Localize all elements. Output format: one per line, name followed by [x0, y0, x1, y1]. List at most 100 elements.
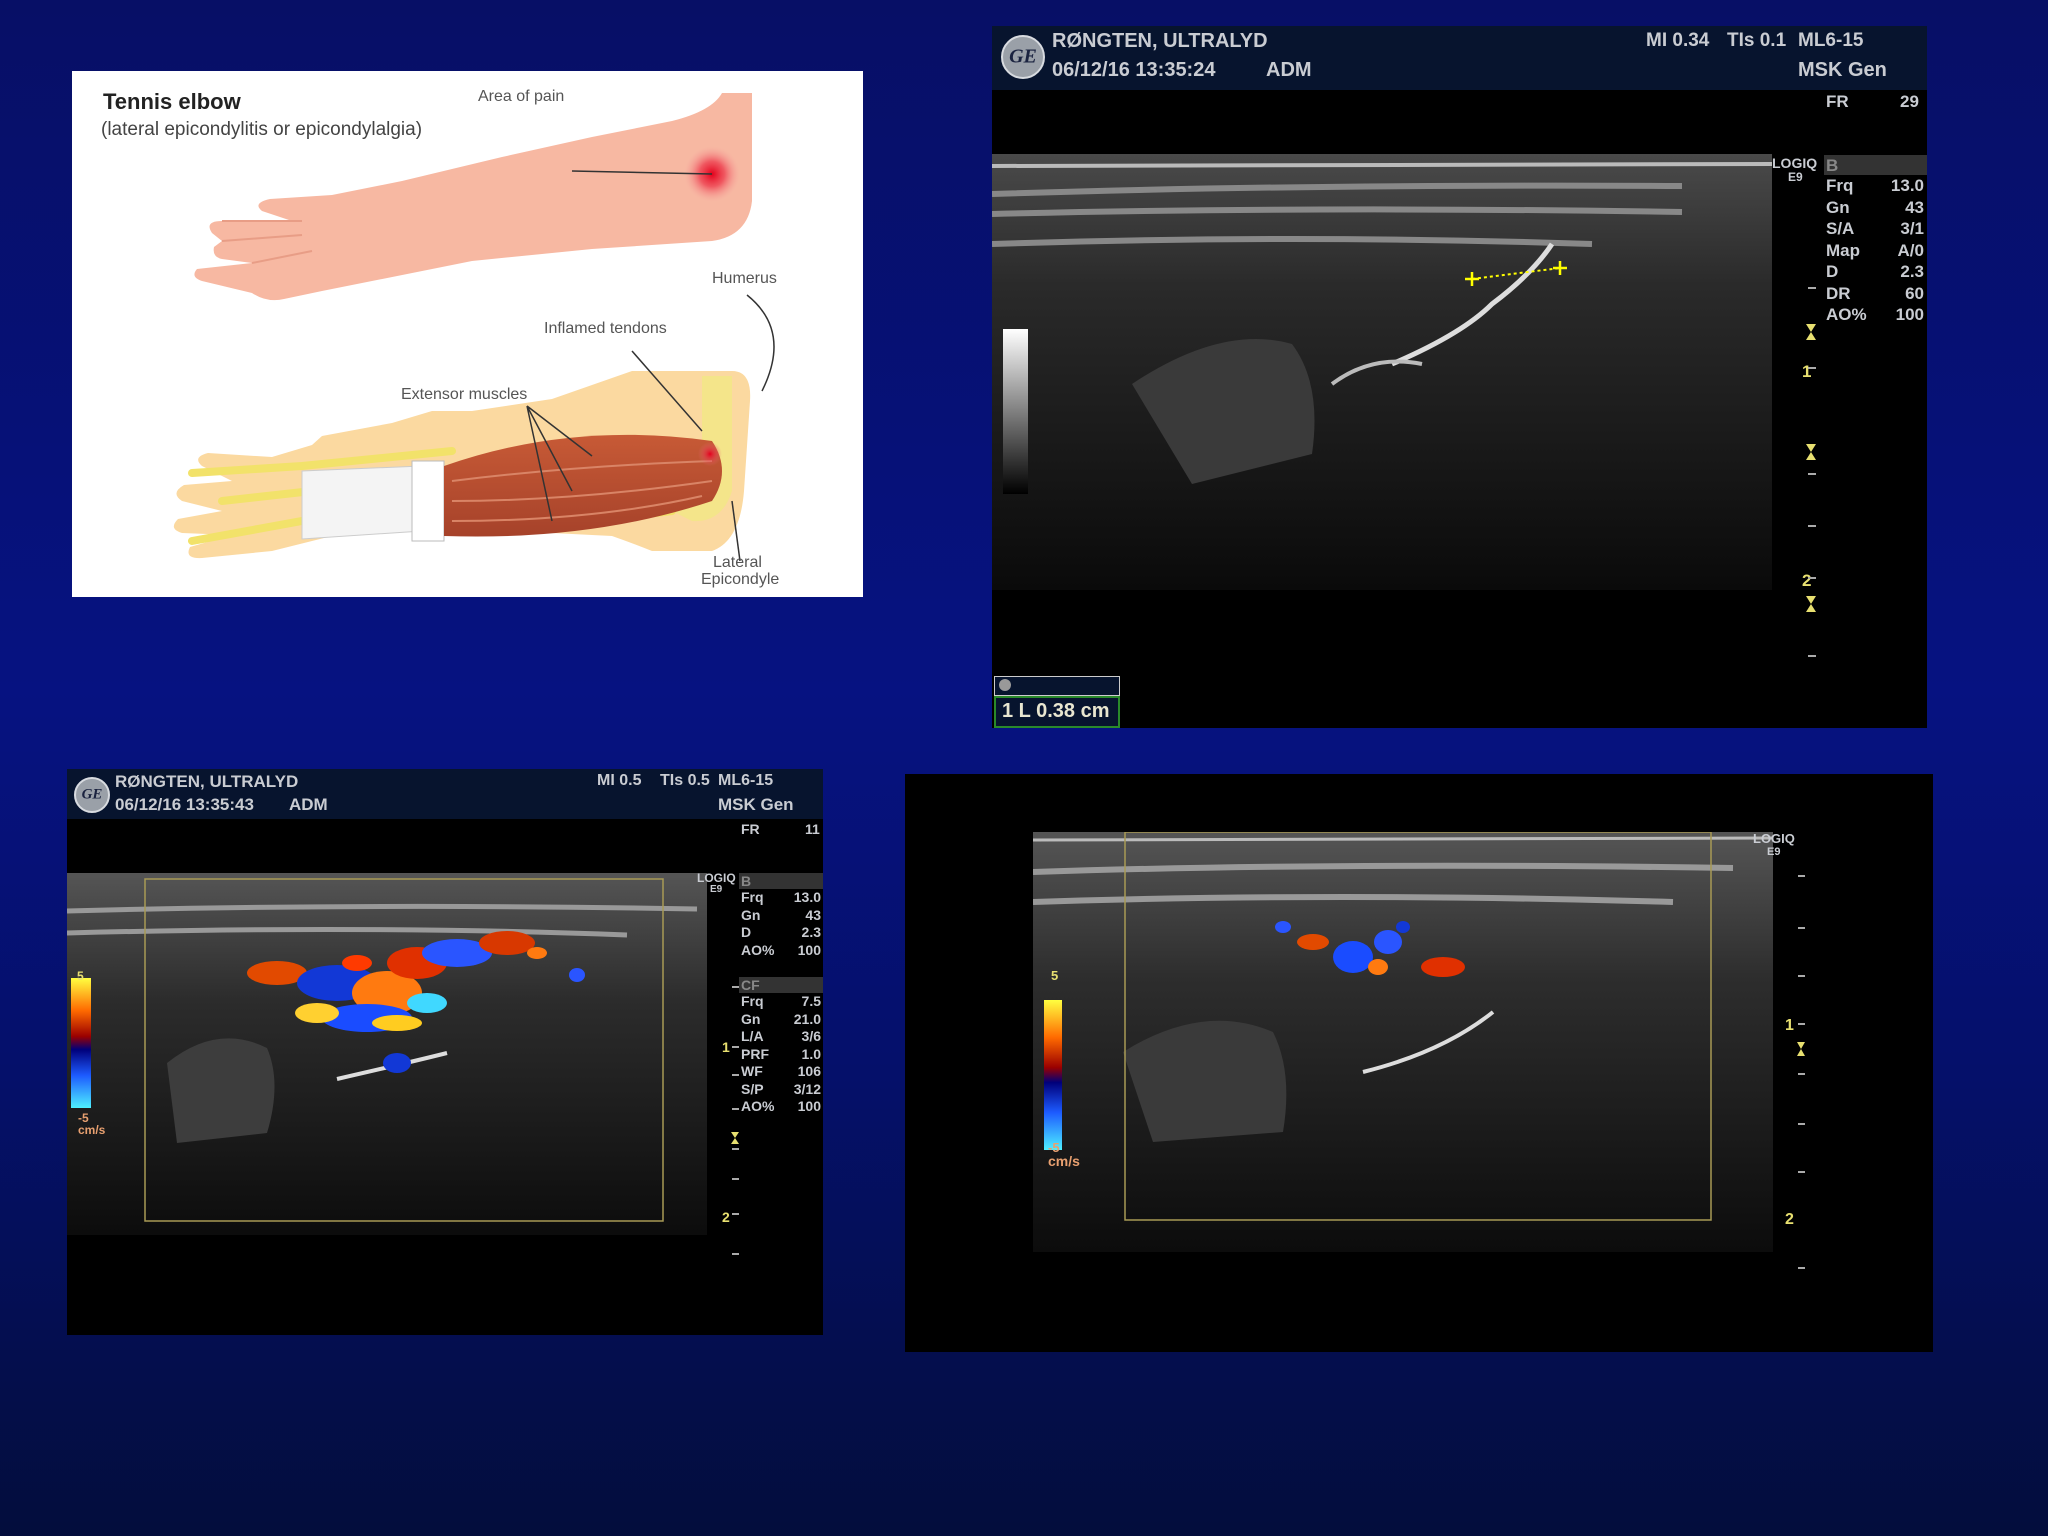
us1-cursor-box — [994, 676, 1120, 696]
us2-probe: ML6-15 — [718, 772, 774, 789]
us2-datetime: 06/12/16 13:35:43 — [115, 795, 254, 814]
us1-probe: ML6-15 — [1798, 30, 1864, 51]
parameter-row: DR 60 — [1826, 284, 1924, 306]
parameter-value: 2.3 — [801, 924, 821, 940]
parameter-label: PRF — [741, 1045, 769, 1062]
label-humerus: Humerus — [712, 270, 777, 287]
us3-scale-top: 5 — [1051, 968, 1059, 983]
us1-measurement-box: 1 L 0.38 cm — [994, 696, 1120, 728]
us2-mode-cf: CF — [741, 977, 760, 993]
us3-logo: LOGIQ — [1753, 831, 1795, 846]
parameter-row: Frq 13.0 — [1826, 176, 1924, 198]
us3-depth-ruler — [1797, 875, 1805, 1269]
parameter-value: 60 — [1905, 283, 1924, 303]
parameter-row: S/A 3/1 — [1826, 219, 1924, 241]
parameter-value: 7.5 — [801, 993, 821, 1009]
illustration-title: Tennis elbow — [103, 89, 241, 114]
parameter-row: Frq 13.0 — [741, 889, 821, 907]
ultrasound-image-2: GE RØNGTEN, ULTRALYD 06/12/16 13:35:43 A… — [67, 769, 823, 1335]
parameter-row: PRF 1.0 — [741, 1046, 821, 1064]
parameter-label: Frq — [741, 993, 764, 1009]
us2-doppler-scan — [67, 873, 707, 1235]
parameter-label: D — [1826, 262, 1839, 281]
parameter-row: Gn 21.0 — [741, 1011, 821, 1029]
us2-institution: RØNGTEN, ULTRALYD — [115, 772, 299, 791]
parameter-label: S/A — [1826, 219, 1855, 238]
label-extensor-muscles: Extensor muscles — [401, 386, 528, 403]
us2-mi: MI 0.5 — [597, 772, 642, 789]
us2-operator: ADM — [289, 795, 328, 814]
us1-tis: TIs 0.1 — [1727, 30, 1787, 51]
label-inflamed-tendons: Inflamed tendons — [544, 320, 667, 337]
us1-mode: B — [1826, 156, 1839, 175]
us2-mode-b: B — [741, 873, 752, 889]
parameter-row: WF 106 — [741, 1063, 821, 1081]
parameter-value: 21.0 — [793, 1010, 821, 1027]
parameter-value: 100 — [1895, 305, 1924, 324]
parameter-row: S/P 3/12 — [741, 1081, 821, 1099]
parameter-row: D 2.3 — [741, 924, 821, 942]
parameter-label: Gn — [1826, 197, 1850, 217]
us1-logo: LOGIQ — [1772, 155, 1818, 171]
label-lateral: Lateral — [713, 554, 762, 571]
us1-preset: MSK Gen — [1798, 59, 1887, 81]
parameter-label: Gn — [741, 906, 761, 923]
us1-operator: ADM — [1266, 59, 1312, 81]
us1-measurement: 1 L 0.38 cm — [1002, 700, 1110, 722]
us3-scale-unit: cm/s — [1048, 1153, 1080, 1169]
us2-scale-top: 5 — [77, 969, 84, 983]
parameter-label: D — [741, 924, 752, 940]
parameter-value: 1.0 — [801, 1045, 821, 1062]
parameter-label: S/P — [741, 1080, 764, 1097]
parameter-value: A/0 — [1897, 240, 1924, 260]
parameter-value: 3/6 — [801, 1028, 821, 1044]
label-epicondyle: Epicondyle — [701, 571, 780, 588]
parameter-row: Frq 7.5 — [741, 993, 821, 1011]
parameter-label: DR — [1826, 283, 1851, 303]
parameter-label: Frq — [741, 889, 764, 905]
ge-logo-icon: GE — [74, 777, 110, 813]
parameter-label: Gn — [741, 1010, 761, 1027]
us1-fr-value: 29 — [1900, 92, 1919, 111]
us1-fr-label: FR — [1826, 92, 1849, 111]
parameter-value: 2.3 — [1900, 262, 1924, 281]
us1-bmode-scan — [992, 154, 1772, 590]
parameter-row: Gn 43 — [1826, 198, 1924, 220]
us2-fr-label: FR — [741, 821, 760, 837]
parameter-row: AO% 100 — [741, 1098, 821, 1116]
ultrasound-image-1: GE RØNGTEN, ULTRALYD 06/12/16 13:35:24 A… — [992, 26, 1927, 728]
parameter-row: L/A 3/6 — [741, 1028, 821, 1046]
parameter-label: Frq — [1826, 176, 1854, 195]
label-area-of-pain: Area of pain — [478, 88, 565, 105]
us1-depth-ruler — [1806, 287, 1816, 657]
record-icon — [999, 679, 1011, 691]
parameter-label: Map — [1826, 240, 1860, 260]
parameter-value: 3/12 — [793, 1080, 821, 1097]
parameter-label: AO% — [741, 1098, 775, 1114]
parameter-value: 100 — [797, 941, 821, 958]
parameter-value: 13.0 — [793, 889, 821, 905]
us1-datetime: 06/12/16 13:35:24 — [1052, 59, 1216, 81]
parameter-value: 100 — [797, 1098, 821, 1114]
parameter-row: AO% 100 — [1826, 305, 1924, 327]
ultrasound-image-3: 5 -5 cm/s LOGIQ E9 1 2 — [905, 774, 1933, 1352]
parameter-row: AO% 100 — [741, 942, 821, 960]
us2-preset: MSK Gen — [718, 795, 794, 814]
us2-fr-value: 11 — [805, 821, 820, 837]
parameter-label: AO% — [1826, 305, 1867, 324]
us2-tis: TIs 0.5 — [660, 772, 710, 789]
parameter-row: Map A/0 — [1826, 241, 1924, 263]
us2-scale-unit: cm/s — [78, 1123, 106, 1137]
us1-mi: MI 0.34 — [1646, 30, 1710, 51]
parameter-row: Gn 43 — [741, 907, 821, 925]
us2-logo-model: E9 — [710, 884, 723, 895]
ge-logo-icon: GE — [1001, 35, 1045, 79]
us1-logo-model: E9 — [1788, 170, 1803, 184]
parameter-value: 43 — [1905, 197, 1924, 217]
parameter-label: L/A — [741, 1028, 764, 1044]
us3-logo-model: E9 — [1767, 846, 1781, 858]
parameter-label: AO% — [741, 941, 775, 958]
us1-institution: RØNGTEN, ULTRALYD — [1052, 30, 1268, 52]
parameter-value: 13.0 — [1890, 176, 1924, 195]
parameter-row: D 2.3 — [1826, 262, 1924, 284]
